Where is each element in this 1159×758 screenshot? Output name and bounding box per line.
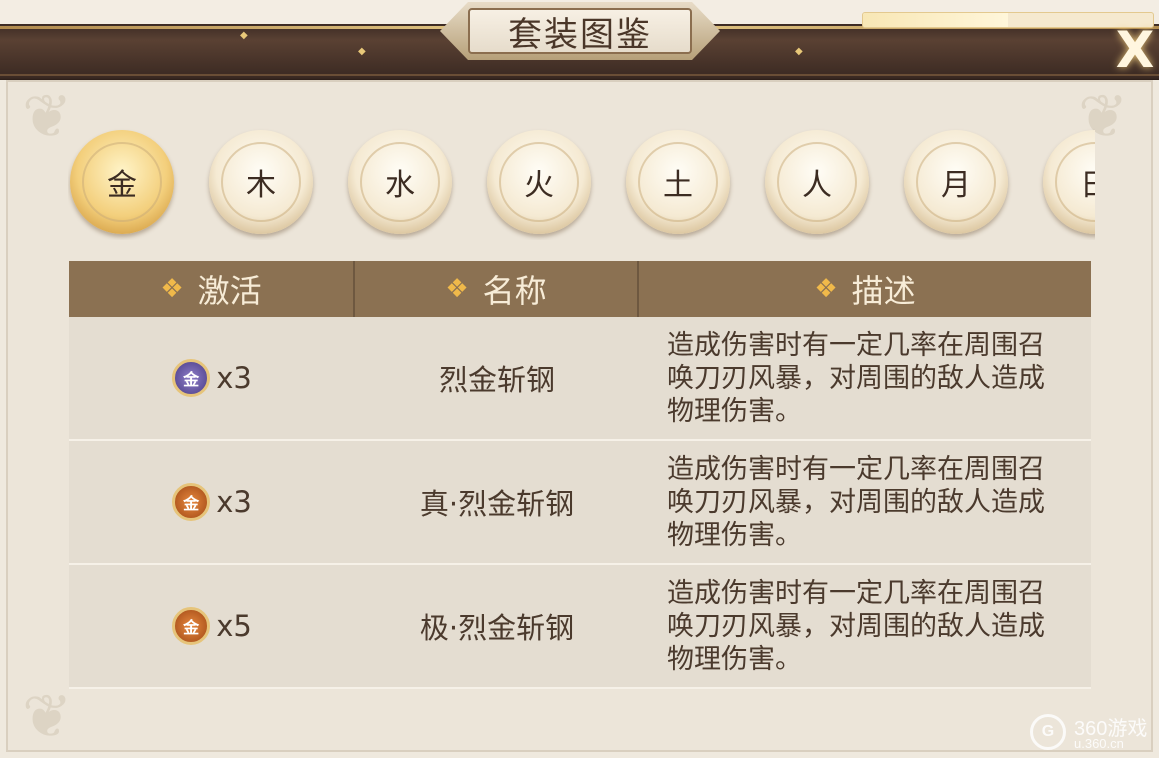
gold-gem-icon: 金 [172, 607, 211, 645]
quantity: x3 [216, 361, 252, 395]
close-button[interactable]: X [1112, 22, 1158, 78]
activate-cell: 金 x5 [69, 565, 355, 687]
tab-label: 金 [107, 168, 137, 203]
column-header-label: 激活 [197, 272, 262, 310]
table-row: 金 x3 烈金斩钢 造成伤害时有一定几率在周围召唤刀刃风暴，对周围的敌人造成物理… [69, 317, 1091, 441]
sparkle-icon: ◆ [795, 46, 803, 57]
sparkle-icon: ◆ [358, 46, 366, 57]
tab-wood[interactable]: 木 [209, 130, 313, 234]
tab-human[interactable]: 人 [765, 130, 869, 234]
tab-gold[interactable]: 金 [70, 130, 174, 234]
swirl-ornament-icon: ❦ [22, 682, 73, 752]
tab-label: 日 [1080, 160, 1095, 204]
activate-cell: 金 x3 [69, 441, 355, 563]
tab-sun[interactable]: 日 [1043, 130, 1095, 234]
tab-label: 月 [941, 168, 971, 203]
tab-label: 水 [385, 168, 415, 203]
table-row: 金 x5 极·烈金斩钢 造成伤害时有一定几率在周围召唤刀刃风暴，对周围的敌人造成… [69, 565, 1091, 689]
activate-cell: 金 x3 [69, 317, 355, 439]
quantity: x3 [216, 485, 252, 519]
title-plaque: 套装图鉴 [440, 2, 720, 60]
tab-fire[interactable]: 火 [487, 130, 591, 234]
gold-gem-icon: 金 [172, 359, 211, 397]
set-description: 造成伤害时有一定几率在周围召唤刀刃风暴，对周围的敌人造成物理伤害。 [667, 453, 1045, 551]
set-description: 造成伤害时有一定几率在周围召唤刀刃风暴，对周围的敌人造成物理伤害。 [667, 577, 1045, 675]
table-row: 金 x3 真·烈金斩钢 造成伤害时有一定几率在周围召唤刀刃风暴，对周围的敌人造成… [69, 441, 1091, 565]
watermark-url: u.360.cn [1074, 736, 1124, 751]
diamond-icon: ❖ [445, 274, 469, 304]
set-name: 极·烈金斩钢 [419, 611, 575, 645]
column-header-name: ❖ 名称 [355, 261, 639, 317]
page-title: 套装图鉴 [508, 14, 652, 55]
diamond-icon: ❖ [814, 274, 838, 304]
column-header-label: 名称 [482, 272, 547, 310]
gold-gem-icon: 金 [172, 483, 211, 521]
description-cell: 造成伤害时有一定几率在周围召唤刀刃风暴，对周围的敌人造成物理伤害。 [639, 441, 1091, 563]
set-table: ❖ 激活 ❖ 名称 ❖ 描述 金 x3 烈金斩钢 造成伤害时有一定几率在周围召唤… [69, 261, 1091, 693]
tab-label: 火 [524, 168, 554, 203]
sparkle-icon: ◆ [240, 30, 248, 41]
table-header: ❖ 激活 ❖ 名称 ❖ 描述 [69, 261, 1091, 317]
set-name: 真·烈金斩钢 [419, 487, 575, 521]
description-cell: 造成伤害时有一定几率在周围召唤刀刃风暴，对周围的敌人造成物理伤害。 [639, 317, 1091, 439]
top-progress-fill [863, 13, 1008, 27]
tab-water[interactable]: 水 [348, 130, 452, 234]
set-description: 造成伤害时有一定几率在周围召唤刀刃风暴，对周围的敌人造成物理伤害。 [667, 329, 1045, 427]
watermark: G 360游戏 u.360.cn [1030, 712, 1155, 752]
column-header-description: ❖ 描述 [639, 261, 1091, 317]
top-progress-bar [862, 12, 1154, 28]
tab-moon[interactable]: 月 [904, 130, 1008, 234]
title-plaque-inner: 套装图鉴 [468, 8, 692, 55]
frame-bottom-line [0, 74, 1159, 76]
swirl-ornament-icon: ❦ [22, 82, 73, 152]
quantity: x5 [216, 609, 252, 643]
element-tabs: 金 木 水 火 土 人 月 日 [68, 128, 1095, 240]
column-header-activate: ❖ 激活 [69, 261, 355, 317]
column-header-label: 描述 [851, 272, 916, 310]
tab-label: 土 [663, 168, 693, 203]
tab-label: 木 [246, 168, 276, 203]
tab-label: 人 [802, 168, 832, 203]
diamond-icon: ❖ [160, 274, 184, 304]
description-cell: 造成伤害时有一定几率在周围召唤刀刃风暴，对周围的敌人造成物理伤害。 [639, 565, 1091, 687]
set-name: 烈金斩钢 [438, 363, 555, 397]
tab-earth[interactable]: 土 [626, 130, 730, 234]
watermark-logo-icon: G [1030, 714, 1066, 750]
